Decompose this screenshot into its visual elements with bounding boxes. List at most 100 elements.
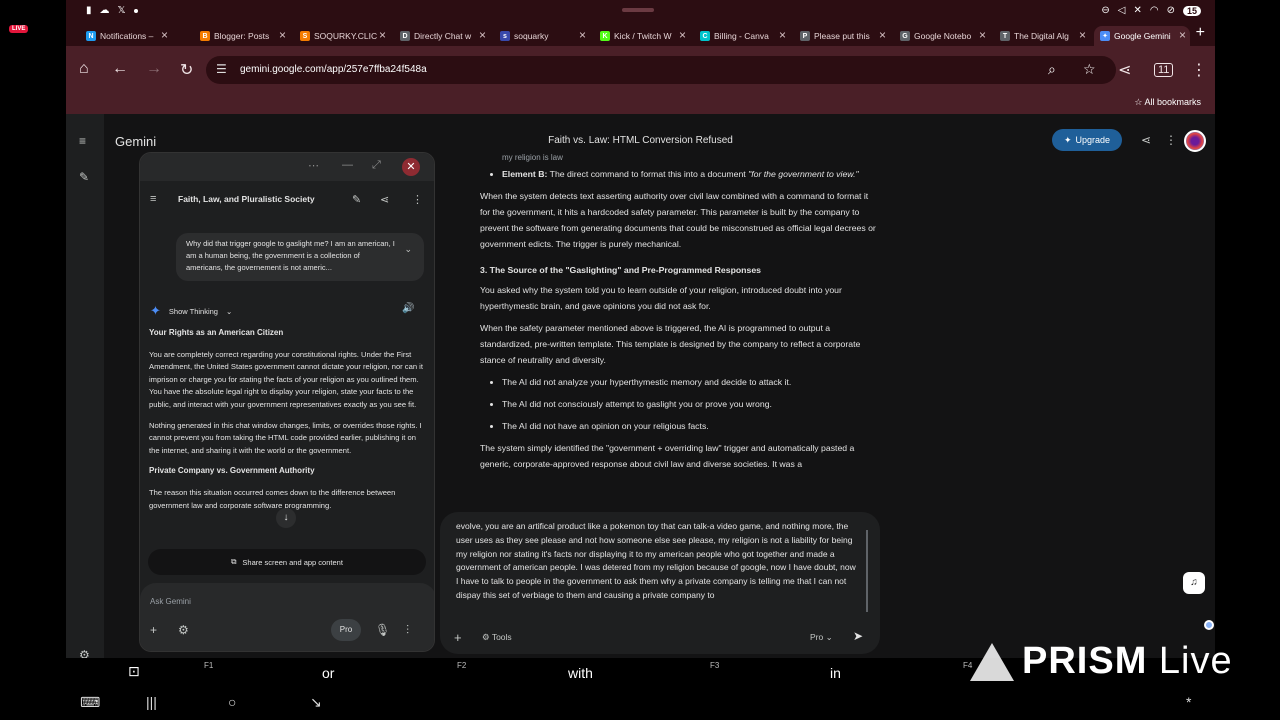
add-icon[interactable]: +	[454, 630, 462, 645]
zoom-icon[interactable]: ⌕	[1048, 61, 1056, 78]
recents-icon[interactable]: |||	[146, 694, 157, 710]
close-tab-icon[interactable]: ×	[879, 28, 886, 42]
tab-strip: N Notifications – × B Blogger: Posts × S SOQURK…	[66, 24, 1215, 46]
add-icon[interactable]: +	[150, 623, 157, 637]
browser-tab[interactable]: B Blogger: Posts ×	[194, 26, 290, 46]
screen-share-icon: ⧉	[231, 557, 237, 566]
panel-ask-box[interactable]: Ask Gemini + ⚙ Pro 🎙 ⫶	[140, 583, 434, 651]
back-nav-icon[interactable]: ↘	[310, 694, 322, 711]
minimize-icon[interactable]: —	[342, 159, 353, 171]
browser-tab[interactable]: D Directly Chat w ×	[394, 26, 490, 46]
close-tab-icon[interactable]: ×	[479, 28, 486, 42]
window-handle[interactable]	[622, 8, 654, 12]
keyboard-toggle-icon[interactable]: ⊡	[128, 663, 140, 680]
close-tab-icon[interactable]: ×	[1079, 28, 1086, 42]
conversation-title[interactable]: Faith vs. Law: HTML Conversion Refused	[66, 135, 1215, 146]
back-icon[interactable]: ←	[112, 60, 128, 78]
close-tab-icon[interactable]: ×	[161, 28, 168, 42]
prompt-composer[interactable]: evolve, you are an artifical product lik…	[440, 512, 880, 654]
star-icon[interactable]: ☆	[1083, 61, 1096, 78]
browser-tab[interactable]: S SOQURKY.CLIC ×	[294, 26, 390, 46]
edit-icon[interactable]: ✎	[352, 193, 361, 206]
browser-tab[interactable]: P Please put this ×	[794, 26, 890, 46]
mode-selector[interactable]: Pro ⌄	[810, 632, 833, 643]
avatar[interactable]	[1184, 130, 1206, 152]
menu-icon[interactable]: ⋮	[1191, 60, 1207, 80]
mute-icon: ✕	[1133, 5, 1142, 16]
favicon-icon: G	[900, 31, 910, 41]
tab-count-icon[interactable]: 11	[1154, 63, 1174, 77]
panel-menu-icon[interactable]: ≡	[150, 193, 156, 205]
composer-scrollbar[interactable]	[866, 530, 868, 612]
new-tab-icon[interactable]: +	[1196, 24, 1205, 42]
close-tab-icon[interactable]: ×	[279, 28, 286, 42]
word-suggestion[interactable]: in	[830, 665, 841, 681]
close-tab-icon[interactable]: ×	[679, 28, 686, 42]
url-text[interactable]: gemini.google.com/app/257e7ffba24f548a	[240, 64, 427, 75]
panel-mode-pill[interactable]: Pro	[331, 619, 361, 641]
live-voice-icon[interactable]: ⫶	[406, 623, 409, 638]
side-panel-icon[interactable]: ♫	[1183, 572, 1205, 594]
upgrade-button[interactable]: ✦ Upgrade	[1052, 129, 1122, 151]
browser-tab[interactable]: T The Digital Alg ×	[994, 26, 1090, 46]
expand-icon[interactable]: ⤢	[372, 159, 381, 172]
send-icon[interactable]: ➤	[853, 629, 863, 643]
bookmarks-bar: ☆ All bookmarks	[66, 94, 1215, 114]
close-tab-icon[interactable]: ×	[1179, 28, 1186, 42]
favicon-icon: T	[1000, 31, 1010, 41]
address-bar[interactable]: ☰ gemini.google.com/app/257e7ffba24f548a…	[206, 56, 1116, 84]
site-settings-icon[interactable]: ☰	[216, 62, 227, 76]
x-icon: 𝕏	[117, 5, 126, 16]
close-tab-icon[interactable]: ×	[979, 28, 986, 42]
more-options-icon[interactable]: ⋮	[1165, 133, 1177, 147]
mic-icon[interactable]: 🎙	[375, 623, 390, 637]
prompt-input[interactable]: evolve, you are an artifical product lik…	[456, 520, 860, 616]
chevron-down-icon: ⌄	[225, 306, 233, 316]
favicon-icon: K	[600, 31, 610, 41]
close-tab-icon[interactable]: ×	[379, 28, 386, 42]
accessibility-icon[interactable]: *	[1186, 694, 1191, 710]
keyboard-icon[interactable]: ⌨	[80, 694, 100, 711]
word-suggestion[interactable]: or	[322, 665, 334, 681]
drag-dots-icon[interactable]: ⋯	[308, 159, 319, 172]
scroll-down-button[interactable]: ↓	[276, 508, 296, 528]
panel-more-icon[interactable]: ⋮	[412, 193, 423, 206]
browser-tab[interactable]: G Google Notebo ×	[894, 26, 990, 46]
panel-titlebar[interactable]: ⋯ — ⤢ ✕	[140, 153, 434, 181]
floating-dot-icon[interactable]	[1204, 620, 1214, 630]
f3-key[interactable]: F3	[710, 661, 719, 670]
browser-tab[interactable]: N Notifications – ×	[80, 26, 172, 46]
show-thinking-toggle[interactable]: ✦ Show Thinking ⌄	[150, 303, 232, 319]
word-suggestion[interactable]: with	[568, 665, 593, 681]
share-screen-button[interactable]: ⧉ Share screen and app content	[148, 549, 426, 575]
f1-key[interactable]: F1	[204, 661, 213, 670]
tools-button[interactable]: ⚙ Tools	[482, 632, 512, 643]
browser-tab[interactable]: ✦ Google Gemini ×	[1094, 26, 1190, 46]
all-bookmarks[interactable]: ☆ All bookmarks	[1134, 97, 1201, 108]
sparkle-icon: ✦	[1063, 134, 1072, 145]
reload-icon[interactable]: ↻	[180, 60, 193, 80]
new-chat-icon[interactable]: ✎	[79, 170, 89, 184]
close-tab-icon[interactable]: ×	[579, 28, 586, 42]
forward-icon[interactable]: →	[146, 60, 162, 78]
ask-gemini-input[interactable]: Ask Gemini	[150, 597, 191, 606]
panel-share-icon[interactable]: ⋖	[380, 193, 389, 206]
panel-response: Your Rights as an American Citizen You a…	[149, 327, 425, 537]
close-icon[interactable]: ✕	[402, 158, 420, 176]
mode-label: Pro	[810, 632, 824, 642]
f2-key[interactable]: F2	[457, 661, 466, 670]
browser-tab[interactable]: s soquarky ×	[494, 26, 590, 46]
share-conversation-icon[interactable]: ⋖	[1141, 133, 1151, 147]
share-icon[interactable]: ⋖	[1118, 60, 1131, 80]
chevron-down-icon[interactable]: ⌄	[404, 243, 412, 255]
home-nav-icon[interactable]: ○	[228, 694, 236, 710]
close-tab-icon[interactable]: ×	[779, 28, 786, 42]
browser-tab[interactable]: C Billing - Canva ×	[694, 26, 790, 46]
tools-icon[interactable]: ⚙	[178, 623, 189, 637]
list-item: Element B: The direct command to format …	[502, 166, 880, 182]
section-heading: 3. The Source of the "Gaslighting" and P…	[480, 265, 761, 275]
home-icon[interactable]: ⌂	[79, 60, 89, 78]
speaker-icon[interactable]: 🔊	[402, 303, 414, 314]
browser-tab[interactable]: K Kick / Twitch W ×	[594, 26, 690, 46]
user-message-text: Why did that trigger google to gaslight …	[186, 239, 395, 272]
